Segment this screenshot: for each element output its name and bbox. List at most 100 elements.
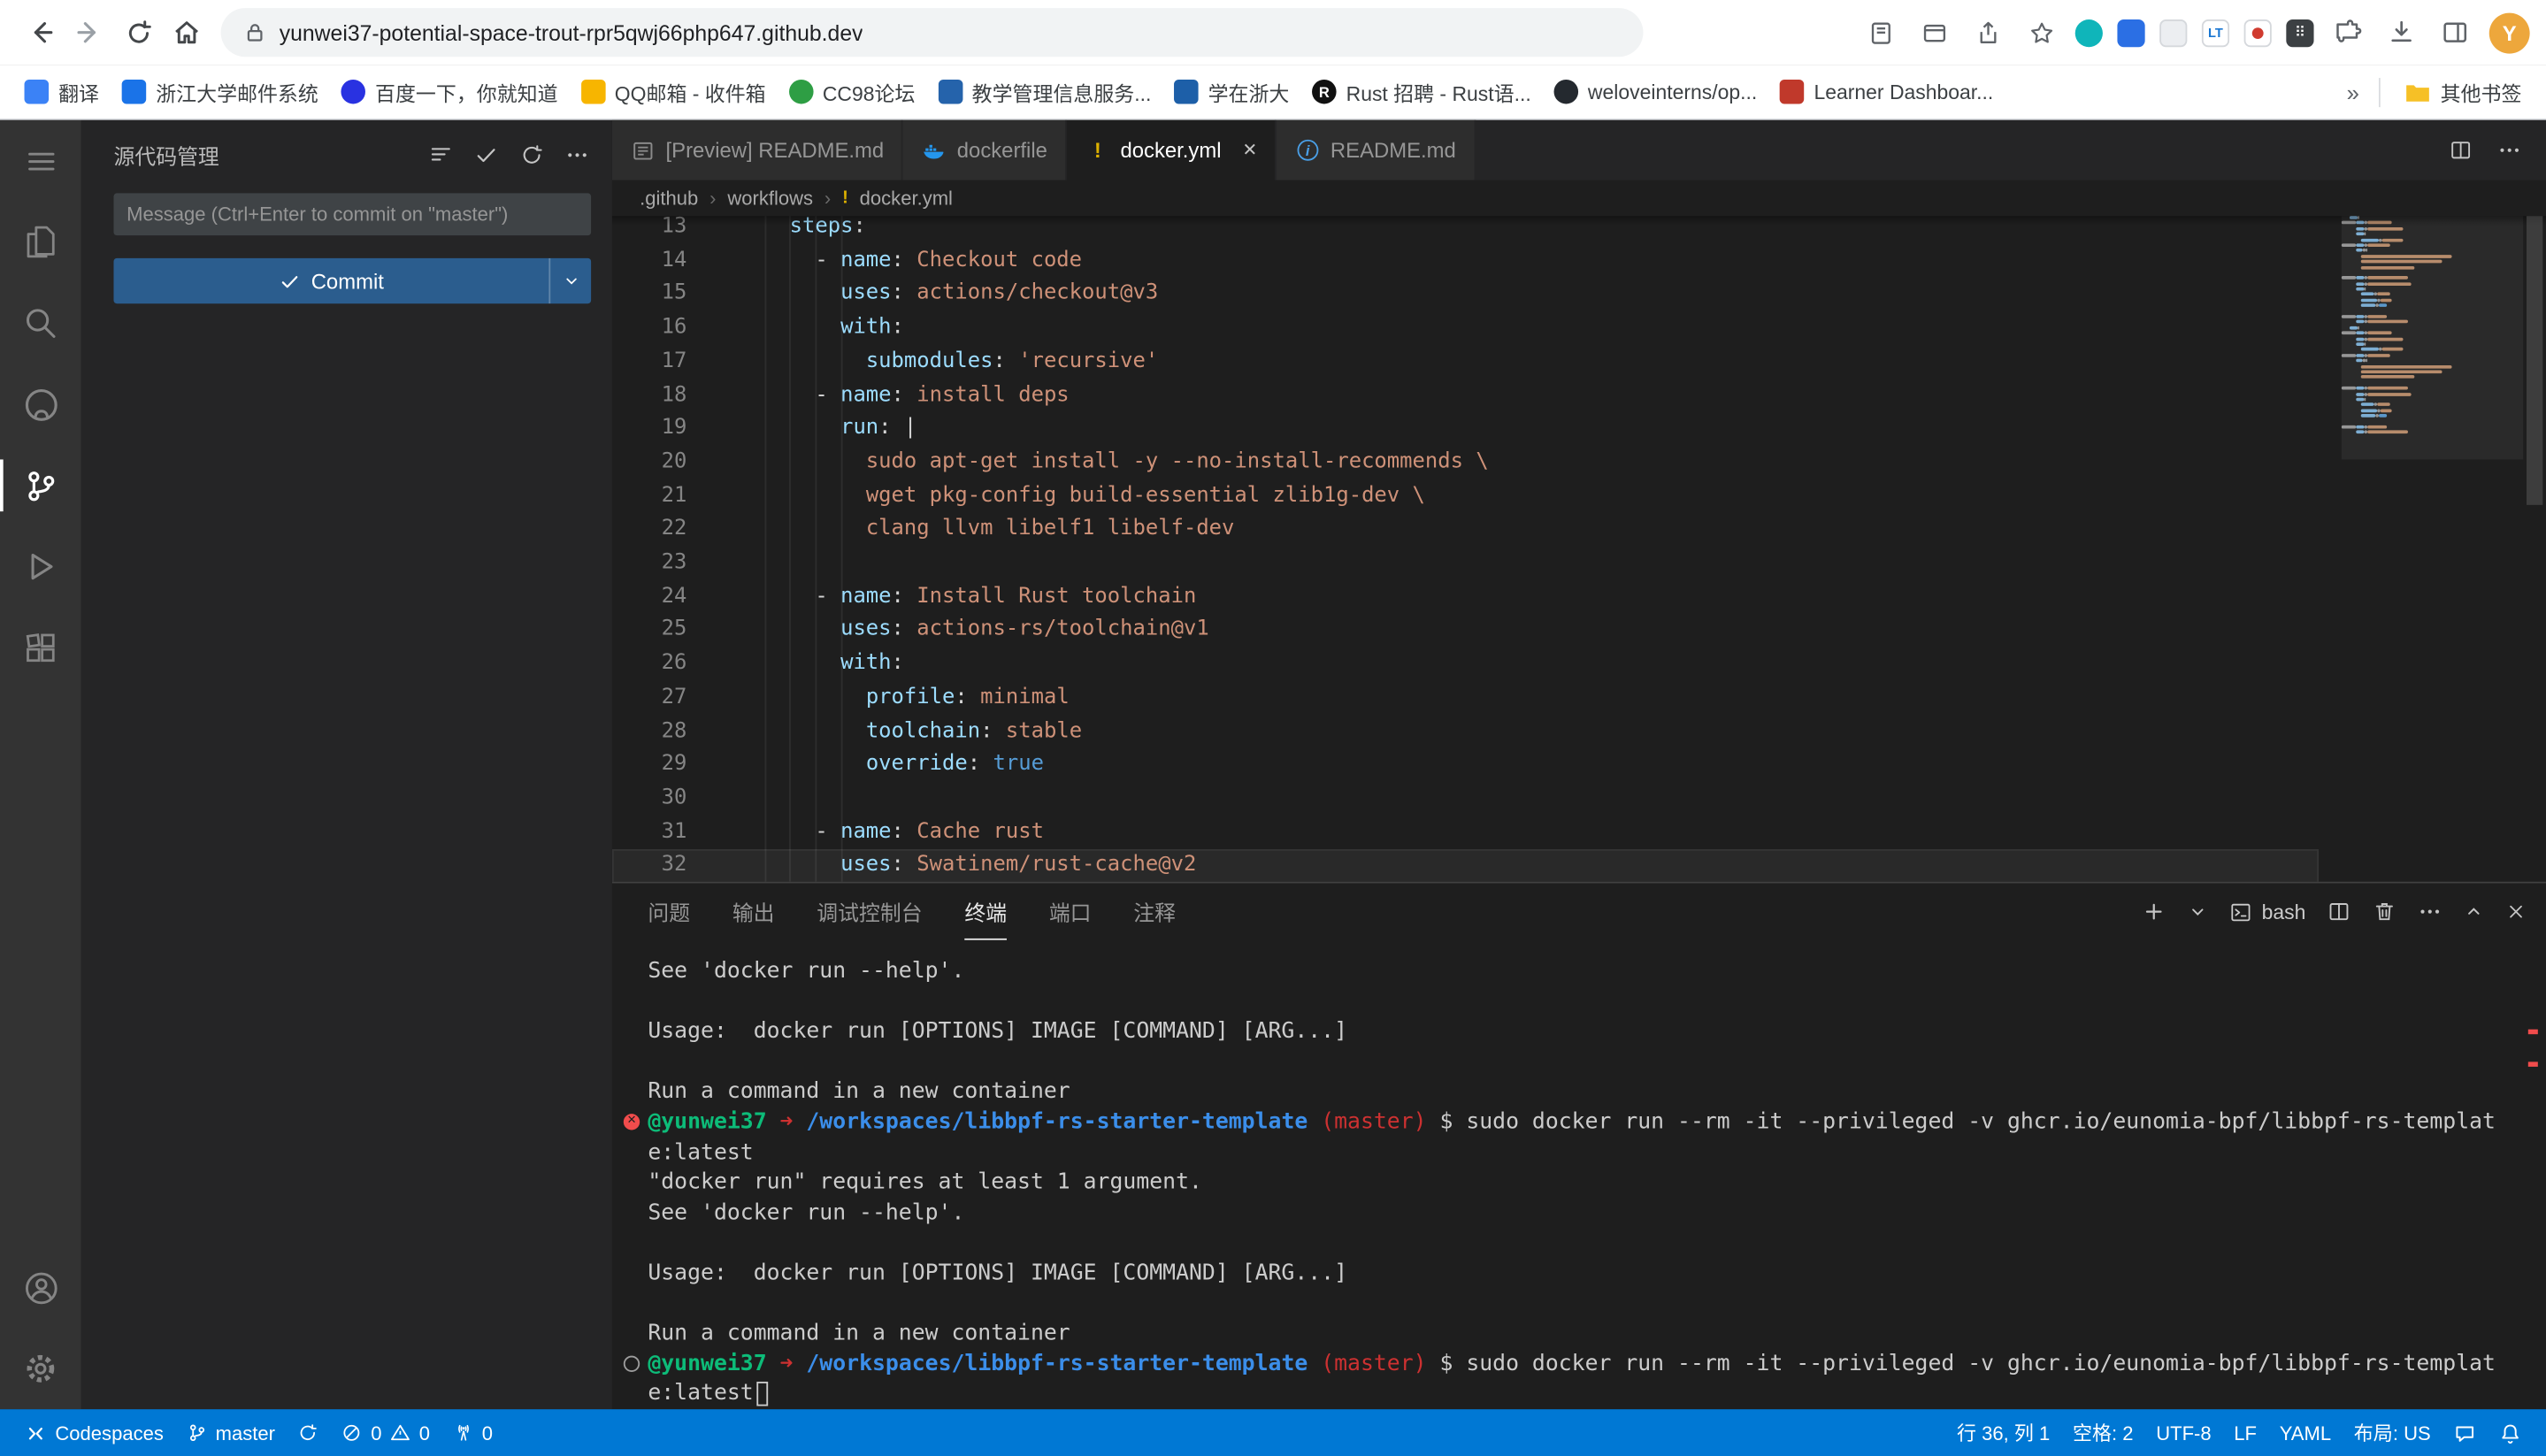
collections-icon[interactable]: [1860, 13, 1899, 52]
editor-tab[interactable]: dockerfile: [903, 120, 1067, 180]
branch-indicator[interactable]: master: [175, 1409, 287, 1456]
new-terminal-icon[interactable]: [2142, 900, 2166, 924]
commit-dropdown-icon[interactable]: [548, 258, 591, 303]
minimap[interactable]: [2342, 216, 2524, 882]
view-sort-icon[interactable]: [429, 142, 454, 167]
extension-icon-4[interactable]: LT: [2202, 19, 2229, 46]
browser-tools-icon[interactable]: [1914, 13, 1953, 52]
back-icon[interactable]: [16, 8, 65, 57]
breadcrumb-item[interactable]: .github: [640, 187, 698, 210]
bookmark-label: 百度一下，你就知道: [375, 76, 558, 107]
panel-tab[interactable]: 输出: [732, 883, 775, 939]
encoding[interactable]: UTF-8: [2144, 1422, 2222, 1445]
eol-sequence[interactable]: LF: [2222, 1422, 2267, 1445]
bookmark-item[interactable]: 翻译: [13, 70, 111, 114]
reload-icon[interactable]: [113, 8, 162, 57]
line-number: 21: [612, 480, 713, 514]
editor-scrollbar[interactable]: [2527, 216, 2542, 505]
bookmark-item[interactable]: 百度一下，你就知道: [330, 70, 570, 114]
commit-button-main[interactable]: Commit: [113, 258, 548, 303]
tab-label: docker.yml: [1120, 138, 1221, 163]
kill-terminal-icon[interactable]: [2373, 900, 2397, 924]
split-editor-icon[interactable]: [2449, 138, 2473, 163]
split-window-icon[interactable]: [2435, 13, 2474, 52]
bookmark-item[interactable]: 学在浙大: [1162, 70, 1300, 114]
panel-tab[interactable]: 调试控制台: [817, 883, 922, 939]
forward-icon[interactable]: [65, 8, 113, 57]
settings-gear-icon[interactable]: [0, 1328, 81, 1409]
code-line: 27 profile: minimal: [612, 682, 2319, 716]
code-line: 19 run: |: [612, 413, 2319, 447]
extension-icon-1[interactable]: [2075, 19, 2103, 46]
extensions-icon[interactable]: [0, 607, 81, 688]
bookmark-item[interactable]: 浙江大学邮件系统: [111, 70, 330, 114]
language-mode[interactable]: YAML: [2268, 1422, 2343, 1445]
panel-tab[interactable]: 注释: [1133, 883, 1176, 939]
problems-indicator[interactable]: 0 0: [330, 1409, 441, 1456]
breadcrumb-item[interactable]: workflows: [727, 187, 813, 210]
refresh-icon[interactable]: [519, 142, 544, 167]
extension-icon-2[interactable]: [2117, 19, 2144, 46]
remote-indicator[interactable]: Codespaces: [13, 1409, 175, 1456]
split-terminal-icon[interactable]: [2327, 900, 2351, 924]
bookmark-item[interactable]: Learner Dashboar...: [1768, 73, 2005, 111]
bookmark-item[interactable]: weloveinterns/op...: [1543, 73, 1769, 111]
extensions-puzzle-icon[interactable]: [2328, 13, 2367, 52]
more-actions-icon[interactable]: [565, 142, 590, 167]
code-editor[interactable]: 13 steps:14 - name: Checkout code15 uses…: [612, 216, 2546, 882]
menu-icon[interactable]: [0, 120, 81, 202]
more-actions-icon[interactable]: [2418, 900, 2442, 924]
source-control-icon[interactable]: [0, 445, 81, 526]
commit-check-icon[interactable]: [474, 142, 499, 167]
account-icon[interactable]: [0, 1247, 81, 1329]
other-bookmarks[interactable]: 其他书签: [2393, 70, 2533, 114]
editor-tab[interactable]: iREADME.md: [1277, 120, 1475, 180]
downloads-icon[interactable]: [2382, 13, 2421, 52]
commit-message-input[interactable]: [113, 193, 591, 235]
favorite-star-icon[interactable]: [2021, 13, 2060, 52]
panel-tab[interactable]: 终端: [964, 883, 1007, 939]
editor-actions: [2424, 120, 2546, 180]
panel-tab[interactable]: 端口: [1049, 883, 1092, 939]
profile-avatar[interactable]: Y: [2489, 12, 2530, 53]
close-tab-icon[interactable]: ✕: [1242, 140, 1257, 161]
code-line: 17 submodules: 'recursive': [612, 346, 2319, 379]
editor-tab[interactable]: !docker.yml✕: [1067, 120, 1277, 180]
minimap-slider[interactable]: [2342, 216, 2524, 459]
terminal-instance[interactable]: bash: [2229, 900, 2305, 923]
breadcrumb-item[interactable]: docker.yml: [860, 187, 953, 210]
sync-indicator[interactable]: [287, 1409, 331, 1456]
indentation[interactable]: 空格: 2: [2061, 1419, 2144, 1446]
feedback-icon[interactable]: [2442, 1422, 2488, 1445]
explorer-icon[interactable]: [0, 202, 81, 283]
close-panel-icon[interactable]: [2505, 901, 2527, 923]
bookmark-item[interactable]: QQ邮箱 - 收件箱: [569, 70, 777, 114]
more-actions-icon[interactable]: [2497, 138, 2522, 163]
address-bar[interactable]: yunwei37-potential-space-trout-rpr5qwj66…: [221, 8, 1644, 57]
panel-tab[interactable]: 问题: [648, 883, 690, 939]
github-icon[interactable]: [0, 364, 81, 445]
bookmark-item[interactable]: 教学管理信息服务...: [926, 70, 1162, 114]
commit-button[interactable]: Commit: [113, 258, 591, 303]
terminal[interactable]: See 'docker run --help'. Usage: docker r…: [612, 940, 2546, 1409]
url-text[interactable]: yunwei37-potential-space-trout-rpr5qwj66…: [280, 20, 863, 45]
lock-icon[interactable]: [243, 21, 266, 44]
editor-tab[interactable]: [Preview] README.md: [612, 120, 903, 180]
extension-icon-6[interactable]: ⠿: [2286, 19, 2313, 46]
home-icon[interactable]: [163, 8, 211, 57]
ports-indicator[interactable]: 0: [441, 1409, 504, 1456]
extension-icon-5[interactable]: [2244, 19, 2272, 46]
keyboard-layout[interactable]: 布局: US: [2343, 1419, 2442, 1446]
share-icon[interactable]: [1968, 13, 2007, 52]
chevron-down-icon[interactable]: [2187, 901, 2208, 923]
maximize-panel-icon[interactable]: [2463, 901, 2484, 923]
cursor-position[interactable]: 行 36, 列 1: [1945, 1419, 2061, 1446]
extension-icon-3[interactable]: [2159, 19, 2187, 46]
run-debug-icon[interactable]: [0, 526, 81, 608]
line-number: 27: [612, 682, 713, 716]
bookmark-item[interactable]: RRust 招聘 - Rust语...: [1300, 70, 1542, 114]
bookmark-item[interactable]: CC98论坛: [777, 70, 926, 114]
notifications-bell-icon[interactable]: [2488, 1422, 2533, 1445]
bookmarks-overflow-icon[interactable]: »: [2340, 79, 2366, 104]
search-icon[interactable]: [0, 282, 81, 364]
